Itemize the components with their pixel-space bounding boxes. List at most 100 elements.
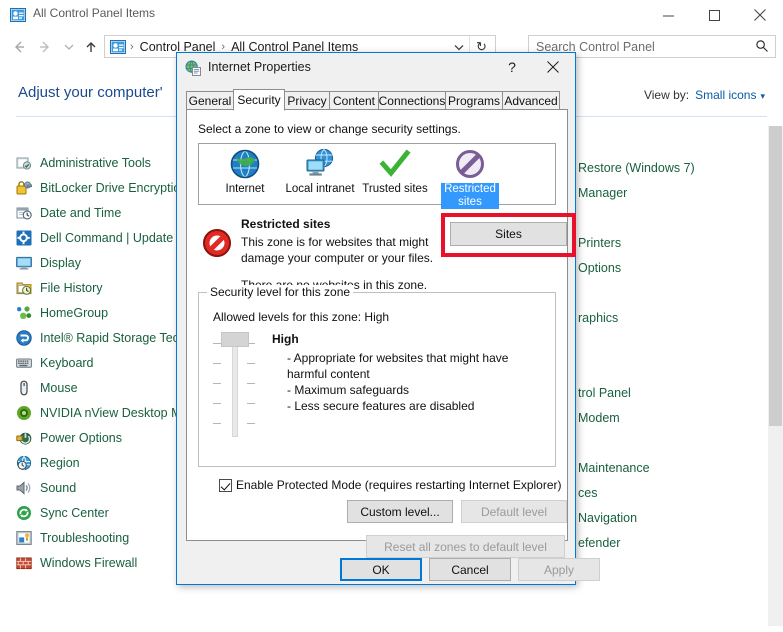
slider-thumb[interactable] — [221, 332, 249, 347]
control-panel-item[interactable]: HomeGroup — [16, 300, 108, 325]
sync-center-icon — [16, 505, 32, 521]
tab-connections[interactable]: Connections — [378, 91, 446, 110]
zone-local-intranet[interactable]: Local intranet — [278, 147, 362, 205]
control-panel-item-label: Sound — [40, 480, 77, 495]
control-panel-items-left: Administrative Tools BitLocker Drive Encr… — [16, 150, 194, 590]
region-icon — [16, 455, 32, 471]
zone-internet[interactable]: Internet — [203, 147, 287, 205]
control-panel-item[interactable]: Administrative Tools — [16, 150, 151, 175]
control-panel-item[interactable]: Power Options — [16, 425, 122, 450]
control-panel-item[interactable]: Keyboard — [16, 350, 94, 375]
zone-label: Trusted sites — [362, 183, 428, 195]
control-panel-item[interactable]: Maintenance — [578, 455, 650, 480]
date-time-icon — [16, 205, 32, 221]
control-panel-item[interactable]: Modem — [578, 405, 620, 430]
internet-properties-dialog: Internet Properties ? General Security Pri… — [176, 52, 600, 585]
tab-security[interactable]: Security — [233, 89, 285, 111]
up-button[interactable] — [80, 36, 102, 58]
tab-content[interactable]: Content — [329, 91, 379, 110]
security-level-slider[interactable] — [211, 332, 257, 440]
slider-track — [232, 337, 238, 437]
control-panel-item[interactable]: Options — [578, 255, 621, 280]
control-panel-item[interactable]: Sync Center — [16, 500, 109, 525]
help-button[interactable]: ? — [495, 53, 529, 81]
control-panel-item[interactable]: Display — [16, 250, 81, 275]
screen: All Control Panel Items › Control Panel … — [0, 0, 783, 632]
control-panel-item-label: Manager — [578, 185, 628, 200]
control-panel-item[interactable]: Date and Time — [16, 200, 121, 225]
control-panel-item[interactable]: Restore (Windows 7) — [578, 155, 695, 180]
control-panel-item[interactable]: Region — [16, 450, 80, 475]
cancel-button[interactable]: Cancel — [429, 558, 511, 581]
zone-restricted-sites[interactable]: Restricted sites — [428, 147, 512, 209]
back-button[interactable] — [8, 36, 30, 58]
control-panel-item-label: efender — [578, 535, 621, 550]
zone-trusted-sites[interactable]: Trusted sites — [353, 147, 437, 205]
sites-button[interactable]: Sites — [450, 222, 567, 246]
security-tab-panel: Select a zone to view or change security… — [186, 109, 576, 558]
tab-general[interactable]: General — [186, 91, 234, 110]
reset-all-zones-button: Reset all zones to default level — [366, 535, 565, 558]
control-panel-item[interactable]: File History — [16, 275, 103, 300]
protected-mode-label: Enable Protected Mode (requires restarti… — [236, 478, 562, 492]
dell-command-icon — [16, 230, 32, 246]
control-panel-item[interactable]: Printers — [578, 230, 621, 255]
apply-button: Apply — [518, 558, 600, 581]
tab-programs[interactable]: Programs — [445, 91, 503, 110]
control-panel-item-label: Region — [40, 455, 80, 470]
control-panel-item[interactable]: Mouse — [16, 375, 78, 400]
zone-selector[interactable]: Internet Local intranet Trusted sites Restr… — [198, 143, 556, 209]
display-icon — [16, 255, 32, 271]
control-panel-item-label: Troubleshooting — [40, 530, 130, 545]
control-panel-item-label: File History — [40, 280, 103, 295]
power-options-icon — [16, 430, 32, 446]
dialog-titlebar: Internet Properties ? — [177, 53, 575, 83]
security-level-name: High — [272, 332, 299, 346]
tab-privacy[interactable]: Privacy — [284, 91, 330, 110]
control-panel-item[interactable]: Intel® Rapid Storage Tech — [16, 325, 186, 350]
tab-label: Privacy — [287, 93, 327, 108]
zone-label: Local intranet — [285, 183, 355, 195]
breadcrumb-separator: › — [130, 40, 134, 53]
protected-mode-row[interactable]: Enable Protected Mode (requires restarti… — [219, 478, 562, 492]
bitlocker-icon — [16, 180, 33, 196]
zone-lead-text: Select a zone to view or change security… — [198, 122, 461, 136]
control-panel-icon — [10, 7, 26, 23]
dialog-close-button[interactable] — [531, 53, 575, 81]
control-panel-item[interactable]: Manager — [578, 180, 627, 205]
control-panel-item-label: HomeGroup — [40, 305, 109, 320]
control-panel-item[interactable]: Navigation — [578, 505, 637, 530]
tab-label: Advanced — [504, 93, 558, 108]
control-panel-item[interactable]: Windows Firewall — [16, 550, 137, 575]
control-panel-item[interactable]: Troubleshooting — [16, 525, 129, 550]
default-level-button: Default level — [461, 500, 567, 523]
custom-level-button[interactable]: Custom level... — [347, 500, 453, 523]
tab-label: General — [188, 93, 232, 108]
protected-mode-checkbox[interactable] — [219, 478, 232, 492]
forward-button[interactable] — [34, 36, 56, 58]
tab-label: Content — [332, 93, 376, 108]
scrollbar-thumb[interactable] — [769, 126, 782, 426]
admin-tools-icon — [16, 155, 32, 171]
control-panel-item-label: Restore (Windows 7) — [578, 160, 695, 175]
dialog-title: Internet Properties — [208, 60, 311, 74]
control-panel-item-label: Windows Firewall — [40, 555, 138, 570]
intel-rst-icon — [16, 329, 32, 346]
vertical-scrollbar[interactable] — [768, 126, 783, 626]
control-panel-item[interactable]: efender — [578, 530, 620, 555]
control-panel-item-label: Intel® Rapid Storage Tech — [40, 330, 186, 345]
control-panel-item[interactable]: BitLocker Drive Encryption — [16, 175, 187, 200]
ok-button[interactable]: OK — [340, 558, 422, 581]
control-panel-item[interactable]: raphics — [578, 305, 618, 330]
security-level-description: - Appropriate for websites that might ha… — [287, 351, 509, 413]
chevron-down-icon[interactable] — [58, 36, 80, 58]
control-panel-item[interactable]: trol Panel — [578, 380, 631, 405]
control-panel-item[interactable]: Dell Command | Update — [16, 225, 173, 250]
troubleshooting-icon — [16, 530, 32, 546]
check-icon — [379, 148, 411, 180]
control-panel-item[interactable]: Sound — [16, 475, 76, 500]
control-panel-item[interactable]: ces — [578, 480, 597, 505]
tab-advanced[interactable]: Advanced — [502, 91, 560, 110]
explorer-title: All Control Panel Items — [33, 6, 156, 20]
control-panel-item[interactable]: NVIDIA nView Desktop Ma — [16, 400, 188, 425]
